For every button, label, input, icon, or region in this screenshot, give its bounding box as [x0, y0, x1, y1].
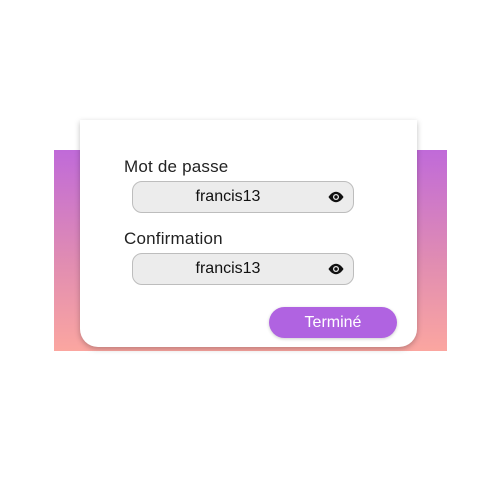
password-label: Mot de passe	[124, 157, 229, 176]
confirmation-field[interactable]: francis13	[132, 253, 354, 285]
done-button[interactable]: Terminé	[269, 307, 397, 338]
confirmation-label: Confirmation	[124, 229, 223, 248]
password-field[interactable]: francis13	[132, 181, 354, 213]
eye-icon[interactable]	[327, 263, 345, 275]
confirmation-field-value: francis13	[195, 260, 261, 277]
eye-icon[interactable]	[327, 191, 345, 203]
password-field-value: francis13	[195, 188, 261, 205]
